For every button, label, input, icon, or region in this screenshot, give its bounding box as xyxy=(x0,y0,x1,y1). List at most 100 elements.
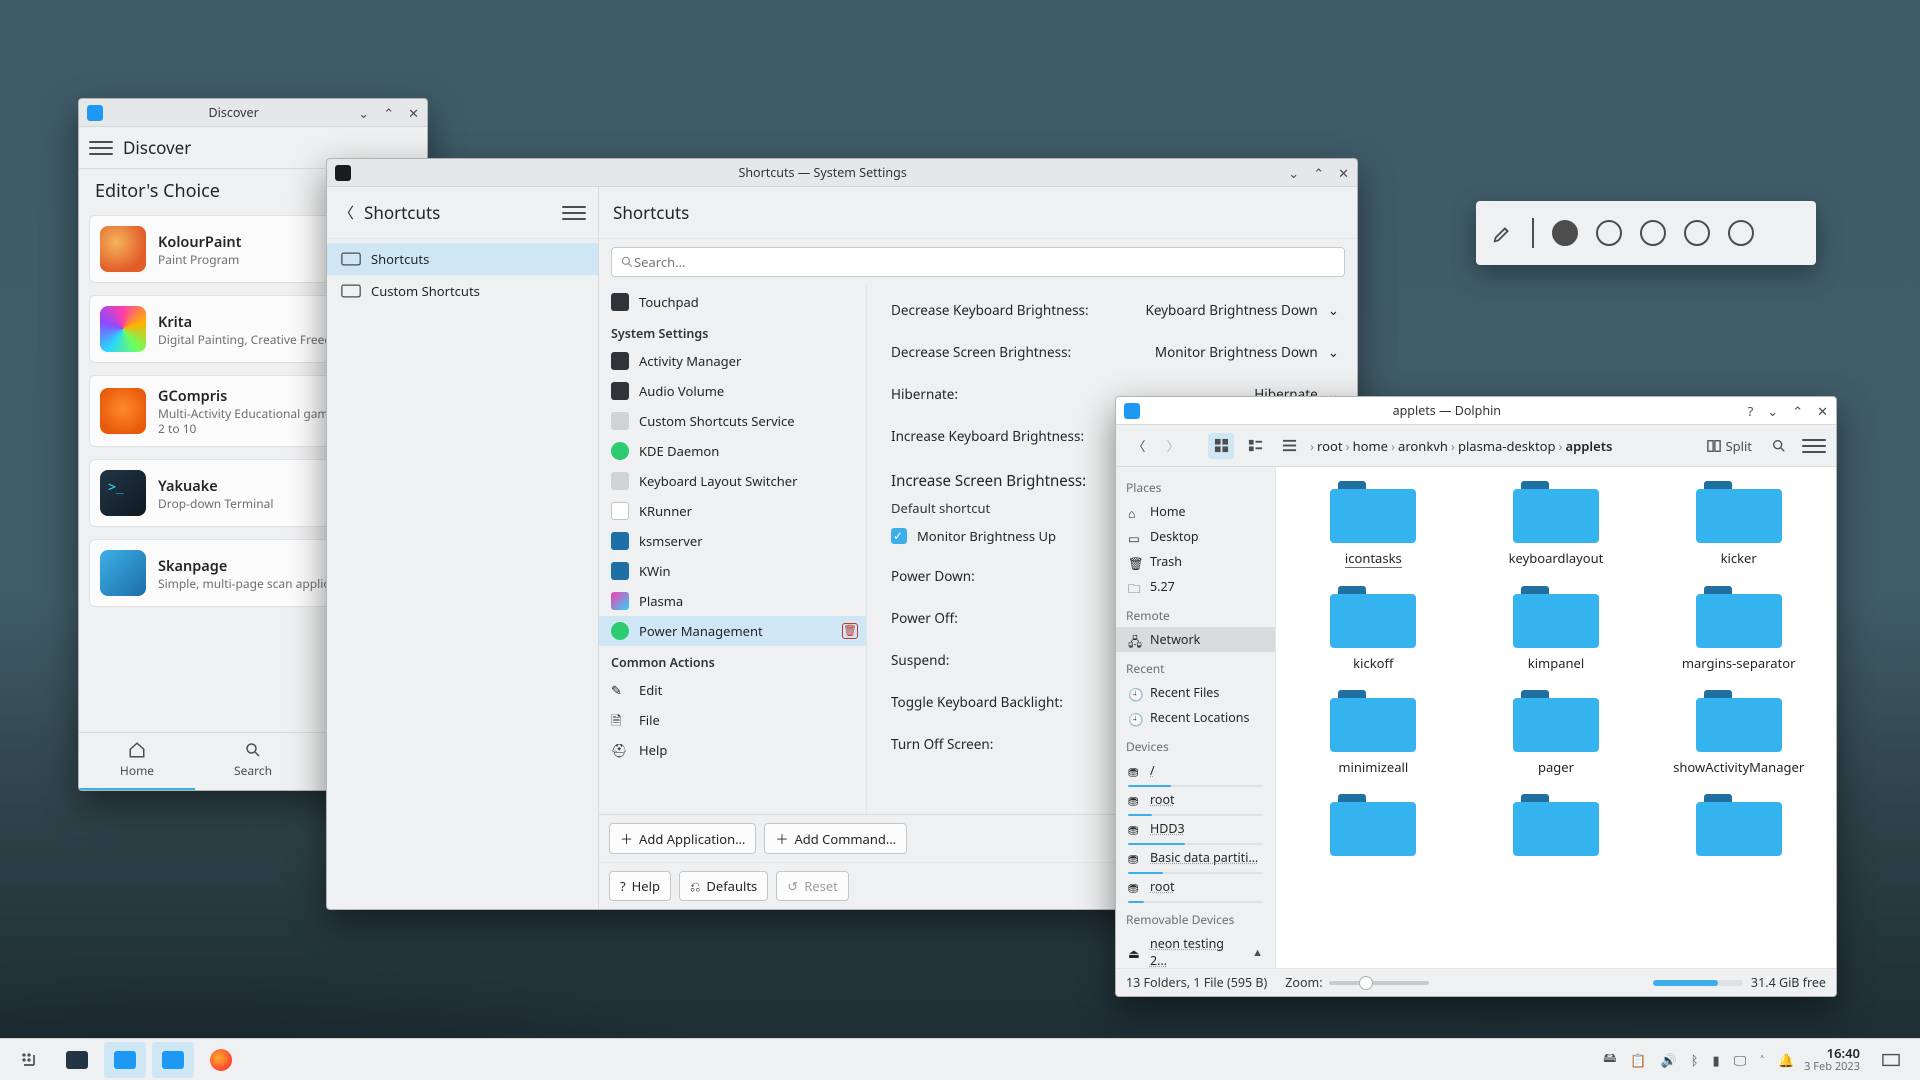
view-details-button[interactable] xyxy=(1276,433,1302,459)
maximize-icon[interactable]: ⌃ xyxy=(1313,164,1324,182)
battery-icon[interactable]: ▮ xyxy=(1713,1051,1720,1069)
minimize-icon[interactable]: ⌄ xyxy=(358,104,369,122)
brush-size-dot[interactable] xyxy=(1728,220,1754,246)
sidebar-item-custom-shortcuts[interactable]: Custom Shortcuts xyxy=(327,275,598,307)
task-firefox[interactable] xyxy=(200,1042,242,1078)
folder-grid[interactable]: icontasks keyboardlayout kicker kickoff … xyxy=(1276,467,1836,968)
component-item[interactable]: 🗎File xyxy=(599,705,866,735)
help-button[interactable]: ?Help xyxy=(609,871,671,901)
component-item[interactable]: KRunner xyxy=(599,496,866,526)
place-recent-files[interactable]: 🕘Recent Files xyxy=(1116,680,1275,705)
volume-icon[interactable]: 🔊 xyxy=(1661,1051,1677,1069)
crumb[interactable]: aronkvh xyxy=(1398,437,1448,455)
shortcut-search[interactable] xyxy=(611,247,1345,277)
component-item[interactable]: Keyboard Layout Switcher xyxy=(599,466,866,496)
folder-item[interactable]: minimizeall xyxy=(1286,690,1461,776)
close-icon[interactable]: ✕ xyxy=(1338,164,1349,182)
view-icons-button[interactable] xyxy=(1208,433,1234,459)
folder-item[interactable]: icontasks xyxy=(1286,481,1461,568)
bluetooth-icon[interactable]: ᛒ xyxy=(1691,1051,1699,1069)
application-launcher[interactable] xyxy=(8,1042,50,1078)
hamburger-icon[interactable] xyxy=(1802,434,1826,458)
component-item[interactable]: KDE Daemon xyxy=(599,436,866,466)
reset-button[interactable]: ↺Reset xyxy=(776,871,849,901)
close-icon[interactable]: ✕ xyxy=(408,104,419,122)
network-icon[interactable]: 🖵 xyxy=(1734,1051,1747,1069)
place-network[interactable]: 🖧Network xyxy=(1116,627,1275,652)
close-icon[interactable]: ✕ xyxy=(1817,402,1828,420)
defaults-button[interactable]: ⎌Defaults xyxy=(679,871,768,901)
device-item[interactable]: ⛃root xyxy=(1116,874,1275,899)
task-system-settings[interactable] xyxy=(56,1042,98,1078)
removable-item[interactable]: ⏏neon testing 2…▲ xyxy=(1116,931,1275,968)
component-item[interactable]: Activity Manager xyxy=(599,346,866,376)
tablet-tool-strip[interactable] xyxy=(1476,201,1816,265)
task-dolphin[interactable] xyxy=(152,1042,194,1078)
breadcrumb[interactable]: ›root ›home ›aronkvh ›plasma-desktop ›ap… xyxy=(1310,437,1693,455)
eyedropper-icon[interactable] xyxy=(1492,222,1514,244)
brush-size-dot[interactable] xyxy=(1684,220,1710,246)
tray-expand-icon[interactable]: ˄ xyxy=(1760,1051,1764,1069)
folder-item[interactable]: pager xyxy=(1469,690,1644,776)
nav-back-button[interactable]: 〈 xyxy=(1126,433,1152,459)
maximize-icon[interactable]: ⌃ xyxy=(383,104,394,122)
shortcut-row[interactable]: Decrease Keyboard Brightness:Keyboard Br… xyxy=(891,289,1339,331)
crumb-current[interactable]: applets xyxy=(1566,437,1613,455)
component-item-power-management[interactable]: Power Management 🗑 xyxy=(599,616,866,646)
shortcut-row[interactable]: Decrease Screen Brightness:Monitor Brigh… xyxy=(891,331,1339,373)
nav-forward-button[interactable]: 〉 xyxy=(1160,433,1186,459)
shortcut-search-input[interactable] xyxy=(634,253,1336,271)
brush-size-dot[interactable] xyxy=(1596,220,1622,246)
maximize-icon[interactable]: ⌃ xyxy=(1792,402,1803,420)
component-item[interactable]: Audio Volume xyxy=(599,376,866,406)
component-item[interactable]: Touchpad xyxy=(599,287,866,317)
nav-home[interactable]: Home xyxy=(79,733,195,790)
add-application-button[interactable]: ＋Add Application… xyxy=(609,823,756,854)
system-tray[interactable]: 🖴 📋 🔊 ᛒ ▮ 🖵 ˄ 🔔 xyxy=(1603,1048,1794,1071)
discover-titlebar[interactable]: Discover ⌄ ⌃ ✕ xyxy=(79,99,427,127)
component-item[interactable]: ⛑Help xyxy=(599,735,866,765)
help-icon[interactable]: ? xyxy=(1748,402,1754,420)
component-item[interactable]: ksmserver xyxy=(599,526,866,556)
folder-item[interactable]: kimpanel xyxy=(1469,586,1644,672)
nav-search[interactable]: Search xyxy=(195,733,311,790)
dolphin-titlebar[interactable]: applets — Dolphin ? ⌄ ⌃ ✕ xyxy=(1116,397,1836,425)
notifications-icon[interactable]: 🔔 xyxy=(1778,1051,1794,1069)
settings-titlebar[interactable]: Shortcuts — System Settings ⌄ ⌃ ✕ xyxy=(327,159,1357,187)
places-panel[interactable]: Places ⌂Home ▭Desktop 🗑Trash 🗀5.27 Remot… xyxy=(1116,467,1276,968)
folder-item[interactable]: showActivityManager xyxy=(1651,690,1826,776)
place-home[interactable]: ⌂Home xyxy=(1116,499,1275,524)
device-item[interactable]: ⛃HDD3 xyxy=(1116,816,1275,841)
crumb[interactable]: plasma-desktop xyxy=(1458,437,1556,455)
task-discover[interactable] xyxy=(104,1042,146,1078)
folder-item[interactable]: kickoff xyxy=(1286,586,1461,672)
chevron-down-icon[interactable]: ⌄ xyxy=(1328,301,1339,319)
crumb[interactable]: root xyxy=(1317,437,1343,455)
minimize-icon[interactable]: ⌄ xyxy=(1288,164,1299,182)
component-item[interactable]: Plasma xyxy=(599,586,866,616)
brush-size-dot[interactable] xyxy=(1640,220,1666,246)
sidebar-item-shortcuts[interactable]: Shortcuts xyxy=(327,243,598,275)
folder-item[interactable]: keyboardlayout xyxy=(1469,481,1644,568)
remove-component-icon[interactable]: 🗑 xyxy=(842,623,858,639)
minimize-icon[interactable]: ⌄ xyxy=(1767,402,1778,420)
zoom-slider[interactable] xyxy=(1329,981,1429,985)
zoom-control[interactable]: Zoom: xyxy=(1285,974,1428,991)
back-icon[interactable]: 〈 xyxy=(339,202,354,223)
add-command-button[interactable]: ＋Add Command… xyxy=(764,823,907,854)
place-trash[interactable]: 🗑Trash xyxy=(1116,549,1275,574)
hamburger-icon[interactable] xyxy=(562,201,586,225)
device-item[interactable]: ⛃Basic data partiti… xyxy=(1116,845,1275,870)
clock[interactable]: 16:40 3 Feb 2023 xyxy=(1800,1046,1864,1072)
crumb[interactable]: home xyxy=(1353,437,1388,455)
chevron-down-icon[interactable]: ⌄ xyxy=(1328,343,1339,361)
folder-item[interactable] xyxy=(1651,794,1826,862)
folder-item[interactable]: margins-separator xyxy=(1651,586,1826,672)
clipboard-icon[interactable]: 📋 xyxy=(1630,1051,1646,1069)
folder-item[interactable]: kicker xyxy=(1651,481,1826,568)
component-item[interactable]: ✎Edit xyxy=(599,675,866,705)
device-item[interactable]: ⛃root xyxy=(1116,787,1275,812)
search-button[interactable] xyxy=(1766,433,1792,459)
brush-size-dot[interactable] xyxy=(1552,220,1578,246)
view-compact-button[interactable] xyxy=(1242,433,1268,459)
